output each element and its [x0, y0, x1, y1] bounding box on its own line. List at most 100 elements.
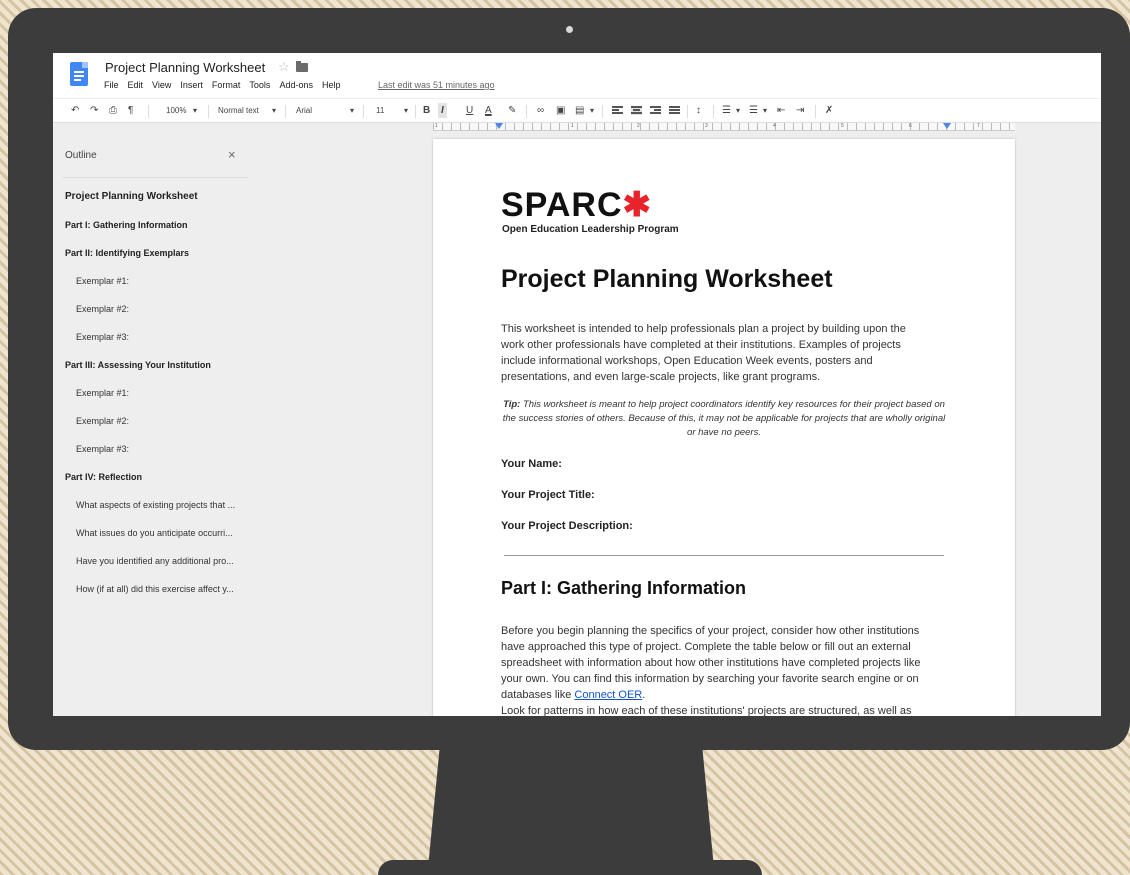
- menu-help[interactable]: Help: [322, 80, 341, 90]
- increase-indent-icon[interactable]: ⇥: [796, 103, 804, 118]
- align-justify-icon[interactable]: [669, 106, 680, 115]
- underline-button[interactable]: U: [466, 103, 473, 118]
- monitor-stand-neck: [428, 750, 714, 868]
- outline-panel: Outline × Project Planning Worksheet Par…: [53, 131, 253, 716]
- tip-text: This worksheet is meant to help project …: [502, 399, 946, 438]
- part1-paragraph: Before you begin planning the specifics …: [501, 623, 937, 716]
- numbered-list-icon[interactable]: ☰: [722, 103, 731, 118]
- document-page[interactable]: SPARC✱ Open Education Leadership Program…: [433, 139, 1015, 716]
- ruler-number: 1: [435, 123, 438, 129]
- tip-paragraph: Tip: This worksheet is meant to help pro…: [501, 398, 947, 440]
- ruler-number: 5: [841, 123, 844, 129]
- align-right-icon[interactable]: [650, 106, 661, 115]
- ruler-number: 4: [773, 123, 776, 129]
- outline-item[interactable]: What issues do you anticipate occurri...: [53, 525, 253, 553]
- menu-edit[interactable]: Edit: [128, 80, 144, 90]
- outline-title: Outline: [65, 150, 97, 161]
- monitor-frame: Project Planning Worksheet ☆ File Edit V…: [8, 8, 1130, 750]
- horizontal-rule: [504, 555, 944, 556]
- outline-item[interactable]: Have you identified any additional pro..…: [53, 553, 253, 581]
- font-size-select[interactable]: 11: [376, 103, 384, 118]
- bold-button[interactable]: B: [423, 103, 430, 118]
- title-bar: Project Planning Worksheet ☆ File Edit V…: [53, 53, 1101, 98]
- undo-icon[interactable]: ↶: [71, 103, 79, 118]
- outline-item[interactable]: Exemplar #2:: [53, 301, 253, 329]
- text-color-button[interactable]: A: [485, 103, 492, 118]
- outline-item[interactable]: Part I: Gathering Information: [53, 217, 253, 245]
- ruler-number: 2: [637, 123, 640, 129]
- line-spacing-icon[interactable]: ↕: [696, 103, 701, 118]
- google-docs-icon[interactable]: [70, 62, 88, 86]
- menu-file[interactable]: File: [104, 80, 119, 90]
- folder-icon[interactable]: [296, 61, 308, 72]
- image-chevron-icon[interactable]: ▾: [590, 103, 594, 118]
- indent-marker-icon[interactable]: [495, 123, 503, 129]
- ruler-number: 7: [977, 123, 980, 129]
- font-select[interactable]: Arial: [296, 103, 312, 118]
- outline-item[interactable]: Part IV: Reflection: [53, 469, 253, 497]
- ruler-number: 1: [571, 123, 574, 129]
- outline-item[interactable]: Exemplar #1:: [53, 273, 253, 301]
- intro-paragraph: This worksheet is intended to help profe…: [501, 323, 906, 383]
- outline-divider: [63, 177, 248, 178]
- align-left-icon[interactable]: [612, 106, 623, 115]
- outline-item[interactable]: How (if at all) did this exercise affect…: [53, 581, 253, 609]
- field-title-label: Your Project Title:: [501, 489, 595, 501]
- menu-insert[interactable]: Insert: [180, 80, 203, 90]
- image-icon[interactable]: ▤: [575, 103, 584, 118]
- part1-text: Before you begin planning the specifics …: [501, 625, 921, 701]
- asterisk-icon: ✱: [622, 186, 652, 224]
- zoom-chevron-icon[interactable]: ▾: [193, 103, 197, 118]
- menu-view[interactable]: View: [152, 80, 171, 90]
- last-edit-link[interactable]: Last edit was 51 minutes ago: [378, 80, 495, 90]
- decrease-indent-icon[interactable]: ⇤: [777, 103, 785, 118]
- menu-tools[interactable]: Tools: [249, 80, 270, 90]
- zoom-select[interactable]: 100%: [166, 103, 186, 118]
- bulleted-list-chevron-icon[interactable]: ▾: [763, 103, 767, 118]
- outline-item[interactable]: Part III: Assessing Your Institution: [53, 357, 253, 385]
- connect-oer-link[interactable]: Connect OER: [574, 689, 642, 701]
- link-icon[interactable]: ∞: [537, 103, 544, 118]
- italic-button[interactable]: I: [438, 103, 447, 118]
- document-title[interactable]: Project Planning Worksheet: [105, 60, 265, 75]
- paint-format-icon[interactable]: ¶: [128, 103, 133, 118]
- part1-text-2: Look for patterns in how each of these i…: [501, 705, 912, 716]
- print-icon[interactable]: ⎙: [109, 103, 117, 118]
- align-center-icon[interactable]: [631, 106, 642, 115]
- right-indent-marker-icon[interactable]: [943, 123, 951, 129]
- comment-icon[interactable]: ▣: [556, 103, 565, 118]
- outline-item[interactable]: Exemplar #1:: [53, 385, 253, 413]
- webcam-dot: [566, 26, 573, 33]
- redo-icon[interactable]: ↷: [90, 103, 98, 118]
- bulleted-list-icon[interactable]: ☰: [749, 103, 758, 118]
- style-chevron-icon[interactable]: ▾: [272, 103, 276, 118]
- outline-item[interactable]: Project Planning Worksheet: [53, 189, 253, 217]
- outline-item[interactable]: Exemplar #3:: [53, 441, 253, 469]
- star-icon[interactable]: ☆: [278, 59, 290, 75]
- toolbar: ↶ ↷ ⎙ ¶ 100% ▾ Normal text ▾ Arial ▾ 11 …: [53, 98, 1101, 123]
- font-chevron-icon[interactable]: ▾: [350, 103, 354, 118]
- part1-heading: Part I: Gathering Information: [501, 578, 747, 598]
- field-name-label: Your Name:: [501, 458, 562, 470]
- field-description-label: Your Project Description:: [501, 520, 633, 532]
- menu-addons[interactable]: Add-ons: [279, 80, 313, 90]
- outline-item[interactable]: What aspects of existing projects that .…: [53, 497, 253, 525]
- highlight-icon[interactable]: ✎: [508, 103, 516, 118]
- outline-item[interactable]: Part II: Identifying Exemplars: [53, 245, 253, 273]
- screen: Project Planning Worksheet ☆ File Edit V…: [53, 53, 1101, 716]
- clear-formatting-icon[interactable]: ✗: [825, 103, 833, 118]
- part1-text-end: .: [642, 689, 646, 701]
- outline-item[interactable]: Exemplar #2:: [53, 413, 253, 441]
- menu-bar: File Edit View Insert Format Tools Add-o…: [104, 80, 349, 90]
- font-size-chevron-icon[interactable]: ▾: [404, 103, 408, 118]
- numbered-list-chevron-icon[interactable]: ▾: [736, 103, 740, 118]
- logo-text: SPARC: [501, 186, 623, 224]
- ruler[interactable]: [433, 123, 1015, 131]
- style-select[interactable]: Normal text: [218, 103, 259, 118]
- outline-item[interactable]: Exemplar #3:: [53, 329, 253, 357]
- outline-list: Project Planning Worksheet Part I: Gathe…: [53, 189, 253, 609]
- menu-format[interactable]: Format: [212, 80, 241, 90]
- ruler-number: 6: [909, 123, 912, 129]
- close-icon[interactable]: ×: [228, 147, 236, 162]
- document-heading: Project Planning Worksheet: [501, 265, 833, 293]
